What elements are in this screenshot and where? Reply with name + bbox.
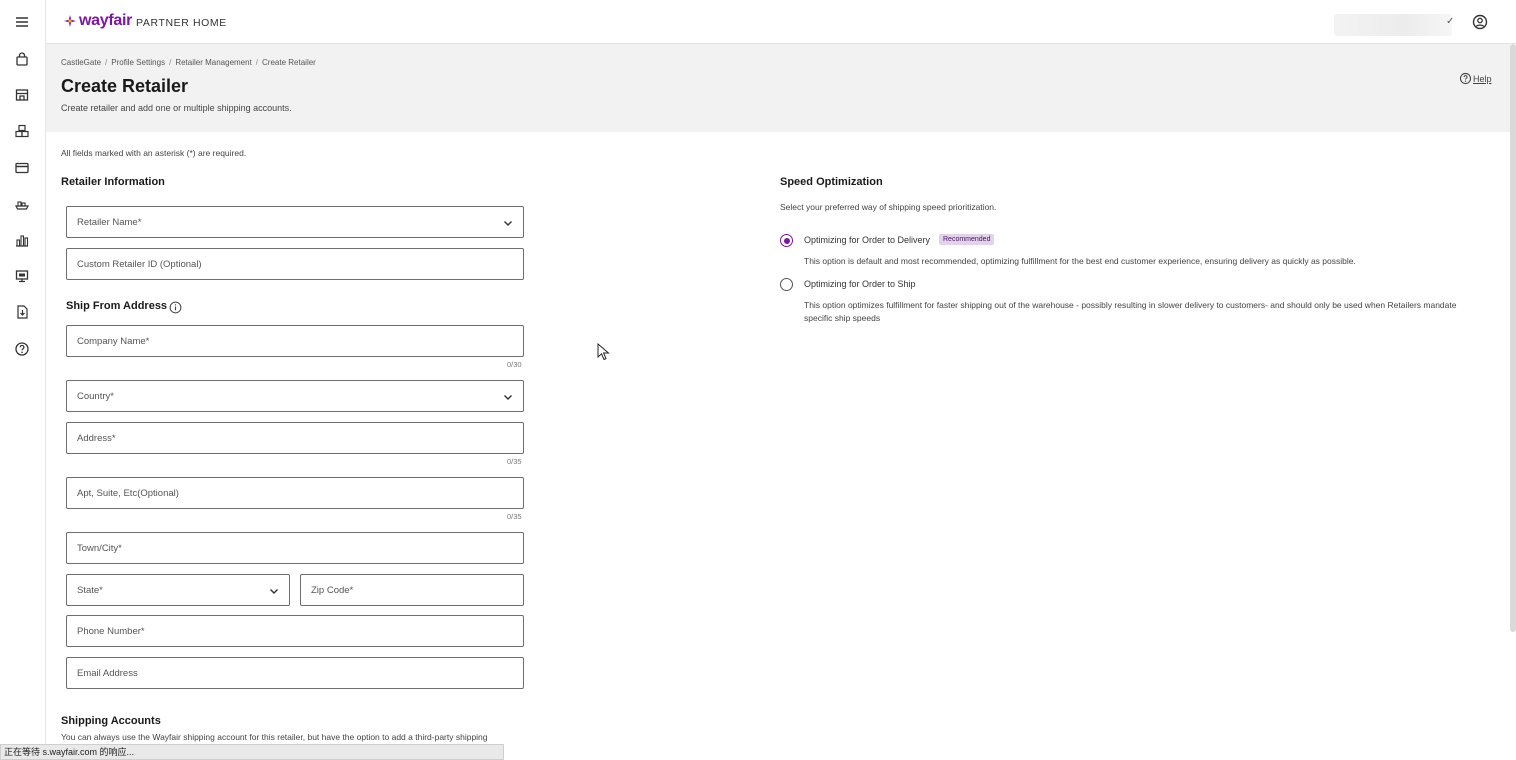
order-to-ship-description: This option optimizes fulfillment for fa… [804, 300, 1457, 323]
town-city-input[interactable] [67, 533, 523, 563]
retailer-name-label: Retailer Name* [77, 217, 142, 228]
order-to-ship-label[interactable]: Optimizing for Order to Ship [804, 279, 916, 289]
breadcrumb: CastleGate / Profile Settings / Retailer… [61, 58, 316, 67]
card-icon[interactable] [11, 157, 33, 179]
monitor-icon[interactable] [11, 265, 33, 287]
download-doc-icon[interactable] [11, 301, 33, 323]
apt-suite-field[interactable] [66, 477, 524, 509]
apt-suite-input[interactable] [67, 478, 523, 508]
ship-icon[interactable] [11, 193, 33, 215]
breadcrumb-separator: / [105, 58, 108, 67]
shipping-accounts-description: You can always use the Wayfair shipping … [61, 732, 488, 742]
email-address-input[interactable] [67, 658, 523, 688]
speed-optimization-title: Speed Optimization [780, 176, 883, 188]
page-subtitle: Create retailer and add one or multiple … [61, 103, 292, 113]
company-name-input[interactable] [67, 326, 523, 356]
logo-wordmark: wayfair [79, 12, 133, 29]
chevron-down-icon[interactable]: ✓ [1446, 16, 1454, 27]
breadcrumb-separator: / [169, 58, 172, 67]
zip-code-field[interactable] [300, 574, 524, 606]
boxes-icon[interactable] [11, 120, 33, 142]
order-to-delivery-radio[interactable] [780, 234, 793, 247]
menu-icon[interactable] [11, 11, 33, 33]
account-selector[interactable] [1334, 14, 1452, 36]
help-link[interactable]: Help [1459, 72, 1492, 85]
breadcrumb-current: Create Retailer [262, 58, 316, 67]
email-address-field[interactable] [66, 657, 524, 689]
logo-subtitle: PARTNER HOME [136, 16, 227, 29]
user-account-icon[interactable] [1470, 12, 1490, 32]
required-fields-note: All fields marked with an asterisk (*) a… [61, 148, 247, 158]
order-to-ship-radio[interactable] [780, 278, 793, 291]
zip-code-input[interactable] [301, 575, 523, 605]
info-icon[interactable] [169, 301, 182, 314]
top-bar: wayfair PARTNER HOME ✓ [46, 0, 1516, 44]
company-name-field[interactable] [66, 325, 524, 357]
address-field[interactable] [66, 422, 524, 454]
page-header: CastleGate / Profile Settings / Retailer… [46, 44, 1510, 132]
help-icon [1459, 72, 1472, 85]
wayfair-star-icon [64, 15, 76, 27]
page-scrollbar[interactable] [1510, 44, 1516, 632]
custom-retailer-id-field[interactable] [66, 248, 524, 280]
wayfair-logo[interactable]: wayfair PARTNER HOME [64, 12, 227, 30]
country-select[interactable]: Country* [66, 380, 524, 412]
page-title: Create Retailer [61, 76, 189, 96]
apt-suite-counter: 0/35 [507, 512, 522, 521]
breadcrumb-retailer-management[interactable]: Retailer Management [175, 58, 251, 67]
address-counter: 0/35 [507, 457, 522, 466]
bag-icon[interactable] [11, 48, 33, 70]
state-label: State* [77, 585, 103, 596]
speed-optimization-description: Select your preferred way of shipping sp… [780, 202, 997, 212]
ship-from-title: Ship From Address [66, 300, 168, 312]
retailer-info-title: Retailer Information [61, 176, 165, 188]
shipping-accounts-title: Shipping Accounts [61, 715, 161, 727]
mouse-pointer-icon [597, 343, 610, 361]
breadcrumb-separator: / [255, 58, 259, 67]
chevron-down-icon [504, 221, 512, 226]
store-icon[interactable] [11, 84, 33, 106]
order-to-delivery-description: This option is default and most recommen… [804, 256, 1356, 266]
phone-number-field[interactable] [66, 615, 524, 647]
state-select[interactable]: State* [66, 574, 290, 606]
help-circle-icon[interactable] [11, 338, 33, 360]
chevron-down-icon [504, 395, 512, 400]
country-label: Country* [77, 391, 114, 402]
town-city-field[interactable] [66, 532, 524, 564]
chevron-down-icon [270, 589, 278, 594]
breadcrumb-profile-settings[interactable]: Profile Settings [111, 58, 165, 67]
company-name-counter: 0/30 [507, 360, 522, 369]
custom-retailer-id-input[interactable] [67, 249, 523, 279]
breadcrumb-castlegate[interactable]: CastleGate [61, 58, 101, 67]
help-label: Help [1473, 73, 1492, 84]
order-to-delivery-label[interactable]: Optimizing for Order to Delivery [804, 235, 930, 245]
phone-number-input[interactable] [67, 616, 523, 646]
browser-status-bar: 正在等待 s.wayfair.com 的响应... [0, 744, 504, 760]
recommended-badge: Recommended [939, 234, 995, 245]
bar-chart-icon[interactable] [11, 229, 33, 251]
left-nav-sidebar [0, 0, 46, 760]
address-input[interactable] [67, 423, 523, 453]
retailer-name-select[interactable]: Retailer Name* [66, 206, 524, 238]
